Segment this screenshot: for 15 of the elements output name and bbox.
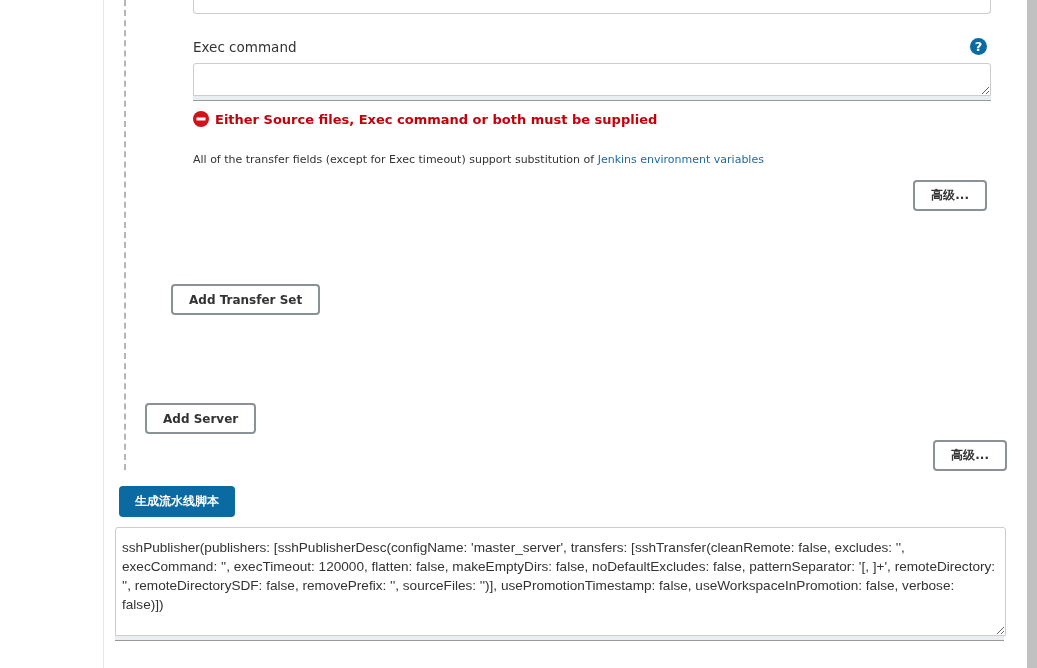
advanced-button[interactable]: 高级...: [933, 440, 1007, 471]
generate-script-button[interactable]: 生成流水线脚本: [119, 486, 235, 517]
help-text: All of the transfer fields (except for Exec timeout) support substitution of Jenkins environment variables: [193, 153, 765, 166]
error-message: Either Source files, Exec command or both must be supplied: [215, 111, 658, 127]
add-transfer-set-button[interactable]: Add Transfer Set: [171, 284, 321, 315]
error-icon: [193, 111, 209, 127]
script-output-field[interactable]: sshPublisher(publishers: [sshPublisherDesc(configName: 'master_server', transfers: [sshTransfer(cleanRemote: false, excludes: '', execCommand: '', execTimeout: 120000, flatten: false, makeEmptyDirs: false, noDefaultExcludes: false, patternSeparator: '[, ]+', remoteDirectory: '', remoteDirectorySDF: false, removePrefix: '', sourceFiles: '')], usePromotionTimestamp: false, useWorkspaceInPromotion: false, verbose: false)]): [115, 527, 1006, 636]
exec-command-field[interactable]: [193, 63, 991, 96]
add-server-button[interactable]: Add Server: [145, 403, 257, 434]
advanced-button[interactable]: 高级...: [913, 180, 987, 211]
env-variables-link[interactable]: Jenkins environment variables: [597, 153, 764, 166]
help-icon[interactable]: ?: [970, 38, 987, 55]
field-label: Exec command: [193, 38, 297, 55]
text-field[interactable]: [193, 0, 991, 14]
scrollbar[interactable]: [1027, 0, 1037, 668]
